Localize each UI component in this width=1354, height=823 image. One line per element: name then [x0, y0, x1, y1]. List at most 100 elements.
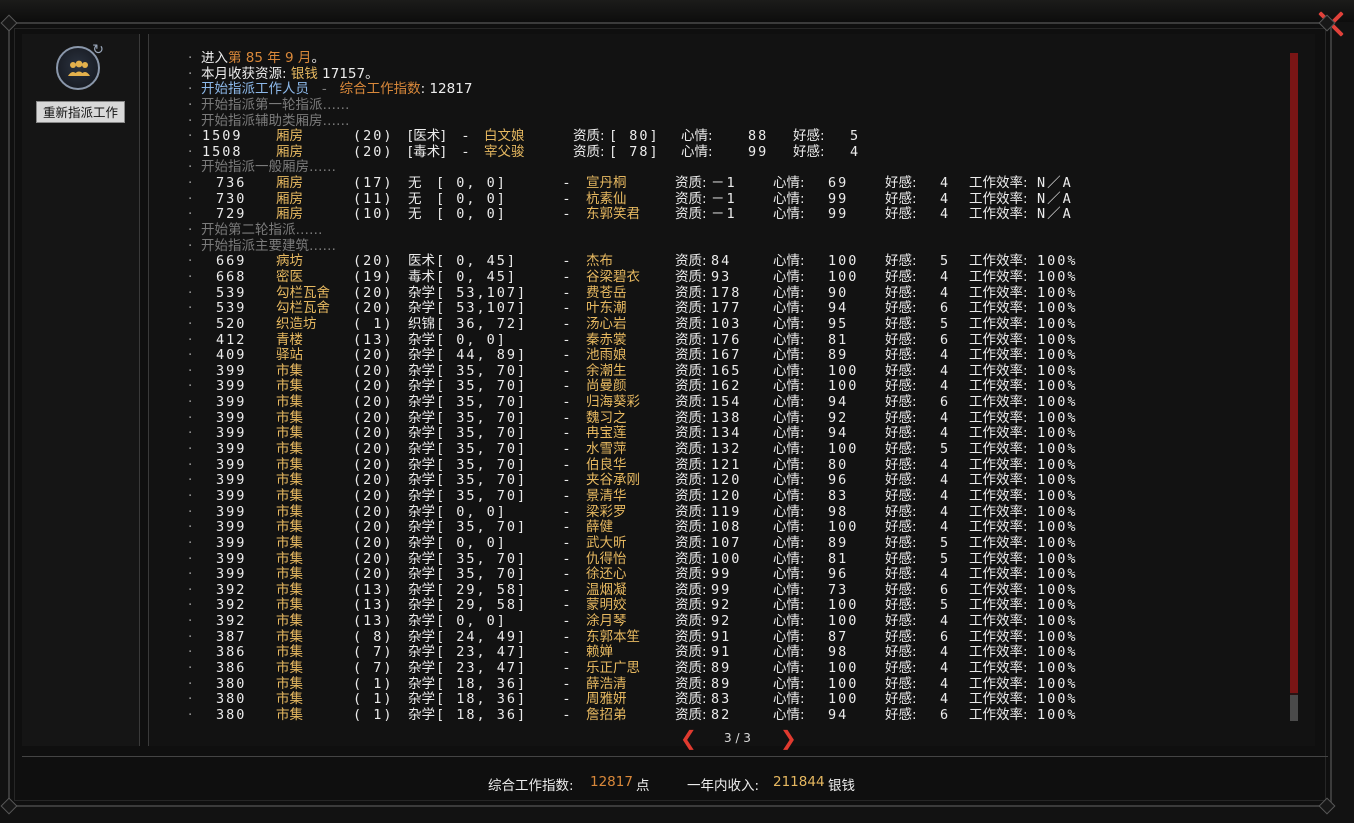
building-level: (20) [353, 394, 394, 411]
separator: - [564, 300, 569, 317]
efficiency-value: 100% [1037, 644, 1078, 661]
bullet-icon: · [188, 409, 193, 426]
aptitude-value: 121 [711, 456, 742, 473]
efficiency-label: 工作效率: [969, 456, 1028, 473]
separator: - [564, 519, 569, 536]
aptitude-value: 100 [711, 550, 742, 567]
building-level: (20) [353, 550, 394, 567]
required-skill: 杂学 [408, 706, 435, 723]
required-skill: 杂学 [408, 534, 435, 551]
mood-label: 心情: [773, 394, 805, 411]
mood-label: 心情: [773, 441, 805, 458]
efficiency-value: 100% [1037, 409, 1078, 426]
people-refresh-icon[interactable]: ↻ [56, 42, 104, 90]
reassign-work-control[interactable]: ↻ 重新指派工作 [36, 42, 126, 124]
efficiency-value: 100% [1037, 519, 1078, 536]
required-skill: 杂学 [408, 425, 435, 442]
building-name: 市集 [276, 644, 303, 661]
scrollbar-thumb[interactable] [1290, 53, 1298, 693]
required-skill: 杂学 [408, 441, 435, 458]
bullet-icon: · [188, 175, 193, 192]
reassign-work-button[interactable]: 重新指派工作 [36, 101, 125, 123]
building-id: 399 [216, 487, 247, 504]
building-id: 392 [216, 597, 247, 614]
favor-label: 好感: [885, 628, 917, 645]
favor-value: 4 [850, 143, 861, 160]
annual-income-unit: 银钱 [828, 778, 855, 794]
worker-name: 归海葵彩 [586, 394, 640, 411]
building-id: 409 [216, 347, 247, 364]
mood-label: 心情: [773, 253, 805, 270]
favor-label: 好感: [885, 441, 917, 458]
required-skill: 杂学 [408, 409, 435, 426]
aptitude-value: 165 [711, 362, 742, 379]
mood-value: 100 [828, 268, 859, 285]
worker-name: 宰父骏 [484, 143, 525, 160]
required-skill: 杂学 [408, 581, 435, 598]
building-id: 399 [216, 519, 247, 536]
favor-value: 4 [940, 675, 951, 692]
mood-value: 100 [828, 519, 859, 536]
log-line: · 399 市集 (20) 杂学[ 35, 70] - 伯良华 资质: 121 心情: 80 好感: 4… [188, 456, 1278, 474]
separator: - [564, 315, 569, 332]
log-message-part: 综合工作指数 [339, 81, 421, 98]
efficiency-value: 100% [1037, 284, 1078, 301]
favor-value: 4 [940, 268, 951, 285]
aptitude-label: 资质: [675, 253, 707, 270]
log-message-part: 第 85 年 9 月 [228, 51, 312, 66]
efficiency-label: 工作效率: [969, 534, 1028, 551]
skill-range: [ 35, 70] [436, 394, 528, 411]
worker-name: 詹招弟 [586, 706, 627, 723]
favor-value: 4 [940, 519, 951, 536]
log-line: · 399 市集 (20) 杂学[ 35, 70] - 水雪萍 资质: 132 心情: 100 好感:… [188, 441, 1278, 458]
mood-label: 心情: [773, 644, 805, 661]
aptitude-value: 138 [711, 409, 742, 426]
building-name: 市集 [276, 394, 303, 411]
mood-label: 心情: [773, 362, 805, 379]
log-line: · 本月收获资源: 银钱 17157。 [188, 66, 1278, 83]
next-page-icon[interactable]: ❯ [780, 728, 797, 748]
required-skill: 杂学 [408, 628, 435, 645]
required-skill: 无 [408, 190, 422, 207]
building-name: 市集 [276, 613, 303, 630]
worker-name: 徐还心 [586, 566, 627, 583]
building-level: (17) [353, 175, 394, 192]
favor-value: 4 [940, 409, 951, 426]
aptitude-value: [ 80] [609, 128, 660, 145]
building-level: (20) [353, 362, 394, 379]
aptitude-value: 119 [711, 503, 742, 520]
building-level: (20) [353, 347, 394, 364]
aptitude-label: 资质: [675, 394, 707, 411]
favor-label: 好感: [885, 644, 917, 661]
worker-name: 魏习之 [586, 409, 627, 426]
skill-range: [ 23, 47] [436, 659, 528, 676]
log-line: · 399 市集 (20) 杂学[ 35, 70] - 仇得怡 资质: 100 心情: 81 好感: 5… [188, 550, 1278, 568]
previous-page-icon[interactable]: ❮ [680, 728, 697, 748]
building-level: (20) [353, 503, 394, 520]
favor-value: 5 [940, 550, 951, 567]
mood-label: 心情: [773, 331, 805, 348]
log-message-part: 开始第二轮指派…… [201, 222, 323, 239]
aptitude-value: 103 [711, 315, 742, 332]
separator: - [564, 409, 569, 426]
worker-name: 夹谷承刚 [586, 472, 640, 489]
mood-value: 100 [828, 441, 859, 458]
footer-divider [22, 756, 1328, 757]
efficiency-value: 100% [1037, 581, 1078, 598]
building-name: 密医 [276, 268, 303, 285]
aptitude-value: 82 [711, 706, 732, 723]
summary-footer: 综合工作指数: 12817 点 一年内收入: 211844 银钱 [0, 774, 1354, 794]
bullet-icon: · [188, 143, 193, 160]
building-name: 市集 [276, 487, 303, 504]
work-index-unit: 点 [636, 778, 650, 794]
log-line: · 399 市集 (20) 杂学[ 35, 70] - 徐还心 资质: 99 心情: 96 好感: 4 工… [188, 566, 1278, 583]
aptitude-label: 资质: [675, 566, 707, 583]
worker-name: 仇得怡 [586, 550, 627, 567]
bullet-icon: · [188, 628, 193, 645]
aptitude-label: 资质: [675, 675, 707, 692]
efficiency-label: 工作效率: [969, 378, 1028, 395]
log-scrollbar[interactable] [1290, 53, 1298, 721]
mood-label: 心情: [773, 675, 805, 692]
building-name: 市集 [276, 441, 303, 458]
worker-name: 杰布 [586, 253, 613, 270]
